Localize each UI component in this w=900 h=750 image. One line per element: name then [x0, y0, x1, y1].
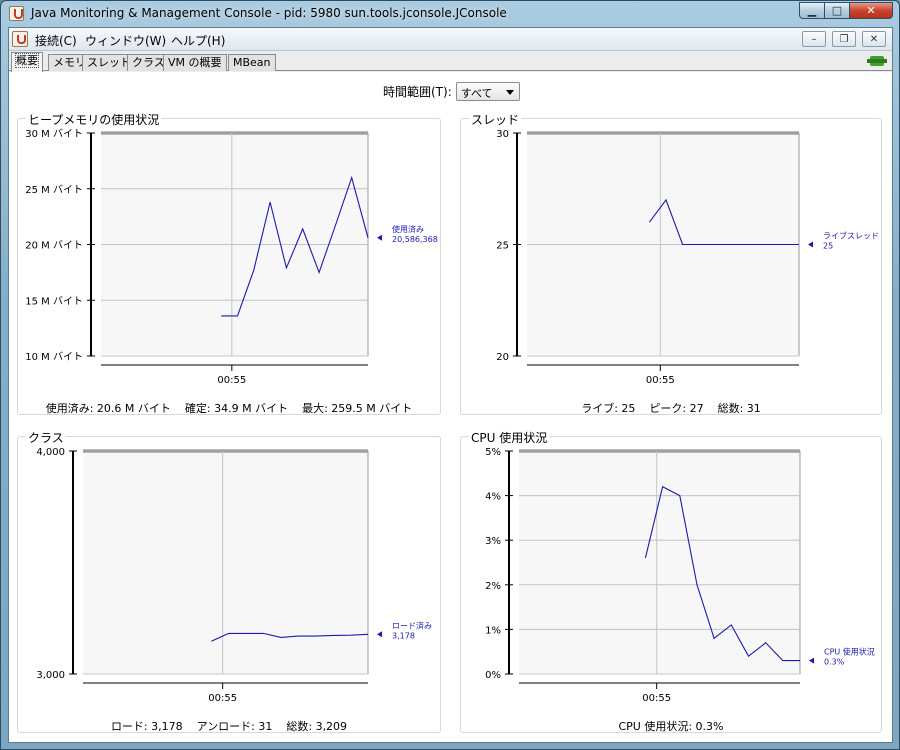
- tab-bar: 概要 メモリ スレッド クラス VM の概要 MBean: [9, 51, 892, 72]
- window-close-button[interactable]: ✕: [849, 2, 893, 19]
- frame-minimize-button[interactable]: –: [802, 31, 826, 47]
- chevron-down-icon: [505, 90, 514, 95]
- y-tick-label: 2%: [485, 581, 501, 592]
- tab-threads-label: スレッド: [87, 56, 131, 69]
- y-tick-label: 30 M バイト: [25, 128, 83, 140]
- java-app-icon[interactable]: [9, 6, 24, 21]
- series-value-label: 20,586,368: [392, 235, 438, 244]
- y-tick-label: 5%: [485, 447, 501, 458]
- y-tick-label: 25 M バイト: [25, 184, 83, 196]
- window-minimize-button[interactable]: ▁: [799, 2, 825, 19]
- window-controls: ▁ □ ✕: [799, 2, 893, 20]
- y-tick-label: 1%: [485, 625, 501, 636]
- title-bar[interactable]: Java Monitoring & Management Console - p…: [1, 1, 899, 27]
- y-tick-label: 20 M バイト: [25, 240, 83, 252]
- plot-area: [519, 451, 800, 674]
- cpu-usage-panel: CPU 使用状況 0% 1% 2% 3% 4% 5% 00:55 CPU 使用状況 0.3% C…: [460, 429, 883, 734]
- window-maximize-button[interactable]: □: [824, 2, 850, 19]
- window-title: Java Monitoring & Management Console - p…: [31, 6, 507, 20]
- cpu-usage-chart[interactable]: 0% 1% 2% 3% 4% 5% 00:55 CPU 使用状況0.3%: [461, 437, 883, 734]
- y-tick-label: 20: [496, 352, 509, 363]
- x-tick-label: 00:55: [642, 693, 671, 704]
- tab-vm-summary-label: VM の概要: [168, 56, 222, 69]
- x-tick-label: 00:55: [646, 375, 675, 386]
- series-value-label: 3,178: [392, 631, 415, 640]
- classes-chart[interactable]: 3,000 4,000 00:55 ロード済み3,178: [18, 437, 442, 734]
- x-tick-label: 00:55: [208, 693, 237, 704]
- time-range-select[interactable]: すべて: [455, 82, 520, 101]
- y-tick-label: 25: [496, 241, 509, 252]
- series-name-label: ライブスレッド: [823, 231, 879, 241]
- tab-overview-label: 概要: [15, 53, 39, 68]
- tab-vm-summary[interactable]: VM の概要: [163, 54, 227, 71]
- tab-classes-label: クラス: [132, 56, 165, 69]
- y-tick-label: 10 M バイト: [25, 351, 83, 363]
- series-marker-icon: [377, 631, 382, 638]
- y-tick-label: 3,000: [36, 670, 65, 681]
- tab-mbean[interactable]: MBean: [228, 54, 276, 71]
- internal-frame-icon[interactable]: [12, 31, 28, 47]
- frame-close-button[interactable]: ✕: [862, 31, 886, 47]
- tab-overview[interactable]: 概要: [11, 52, 43, 72]
- heap-memory-summary: 使用済み: 20.6 M バイト 確定: 34.9 M バイト 最大: 259.…: [45, 402, 413, 415]
- y-tick-label: 4%: [485, 492, 501, 503]
- series-name-label: ロード済み: [392, 620, 432, 630]
- classes-summary: ロード: 3,178 アンロード: 31 総数: 3,209: [110, 720, 348, 733]
- classes-panel: クラス 3,000 4,000 00:55 ロード済み 3,178 ロード: 3,178…: [17, 429, 442, 734]
- series-value-label: 0.3%: [824, 658, 845, 667]
- frame-restore-button[interactable]: ❐: [832, 31, 856, 47]
- series-marker-icon: [809, 657, 814, 664]
- series-marker-icon: [808, 241, 813, 248]
- tab-mbean-label: MBean: [233, 56, 271, 69]
- threads-chart[interactable]: 20253000:55ライブスレッド25: [461, 119, 883, 416]
- threads-summary: ライブ: 25 ピーク: 27 総数: 31: [581, 402, 761, 415]
- series-name-label: 使用済み: [392, 224, 424, 234]
- heap-memory-chart[interactable]: 10 M バイト 15 M バイト 20 M バイト 25 M バイト 30 M バイト…: [18, 119, 442, 416]
- plot-area: [83, 451, 368, 674]
- x-tick-label: 00:55: [217, 375, 246, 386]
- time-range-label: 時間範囲(T):: [383, 85, 452, 99]
- app-window: Java Monitoring & Management Console - p…: [0, 0, 900, 750]
- y-tick-label: 4,000: [36, 447, 65, 458]
- menu-bar: 接続(C) ウィンドウ(W) ヘルプ(H) – ❐ ✕: [9, 28, 892, 51]
- time-range-value: すべて: [460, 87, 493, 100]
- cpu-usage-summary: CPU 使用状況: 0.3%: [618, 720, 724, 733]
- client-area: 接続(C) ウィンドウ(W) ヘルプ(H) – ❐ ✕ 概要 メモリ スレッド …: [8, 27, 893, 743]
- menu-connection[interactable]: 接続(C): [35, 32, 77, 49]
- overview-content: 時間範囲(T): すべて ヒープメモリの使用状況 10 M バイト 15 M バイ…: [9, 72, 892, 742]
- time-range-control: 時間範囲(T): すべて: [383, 82, 520, 101]
- heap-memory-panel: ヒープメモリの使用状況 10 M バイト 15 M バイト 20 M バイト 25 M…: [17, 111, 442, 416]
- series-value-label: 25: [823, 242, 833, 251]
- y-tick-label: 3%: [485, 536, 501, 547]
- series-marker-icon: [377, 234, 382, 241]
- menu-window[interactable]: ウィンドウ(W): [85, 32, 166, 49]
- y-tick-label: 15 M バイト: [25, 295, 83, 307]
- y-tick-label: 30: [496, 129, 509, 140]
- menu-help[interactable]: ヘルプ(H): [171, 32, 225, 49]
- series-name-label: CPU 使用状況: [824, 647, 875, 657]
- connection-status-icon[interactable]: [867, 56, 887, 66]
- y-tick-label: 0%: [485, 670, 501, 681]
- internal-frame-controls: – ❐ ✕: [802, 31, 886, 47]
- threads-panel: スレッド 20 25 30 00:55 ライブスレッド 25 ライブ: 25 ピーク: 2…: [460, 111, 883, 416]
